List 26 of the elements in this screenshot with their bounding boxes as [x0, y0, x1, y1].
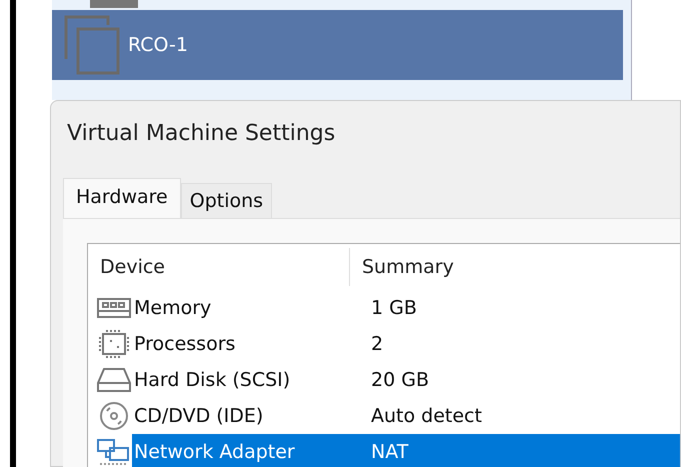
table-row[interactable]: Processors 2 [132, 326, 680, 362]
column-header[interactable]: Device [88, 256, 349, 278]
device-summary: 1 GB [370, 297, 417, 319]
device-name: Memory [133, 297, 212, 319]
memory-icon [96, 296, 132, 320]
tab[interactable]: Options [180, 183, 272, 218]
processor-icon [96, 329, 132, 359]
dialog-title: Virtual Machine Settings [66, 120, 336, 148]
device-name: Network Adapter [133, 441, 296, 463]
device-name: Hard Disk (SCSI) [133, 369, 292, 391]
device-name: CD/DVD (IDE) [133, 405, 264, 427]
network-icon [96, 438, 132, 466]
disc-icon [98, 401, 130, 431]
device-summary: 2 [370, 333, 384, 355]
device-summary: Auto detect [370, 405, 482, 427]
table-row[interactable]: Network Adapter NAT [132, 434, 680, 467]
table-row[interactable]: Memory 1 GB [132, 290, 680, 326]
vm-name: RCO-1 [128, 34, 188, 56]
device-summary: NAT [370, 441, 408, 463]
table-row[interactable]: CD/DVD (IDE) Auto detect [132, 398, 680, 434]
device-name: Processors [133, 333, 236, 355]
table-row[interactable]: Hard Disk (SCSI) 20 GB [132, 362, 680, 398]
device-summary: 20 GB [370, 369, 429, 391]
vm-list-item[interactable]: RCO-1 [52, 10, 623, 80]
column-header[interactable]: Summary [349, 248, 454, 286]
tab[interactable]: Hardware [63, 178, 181, 218]
